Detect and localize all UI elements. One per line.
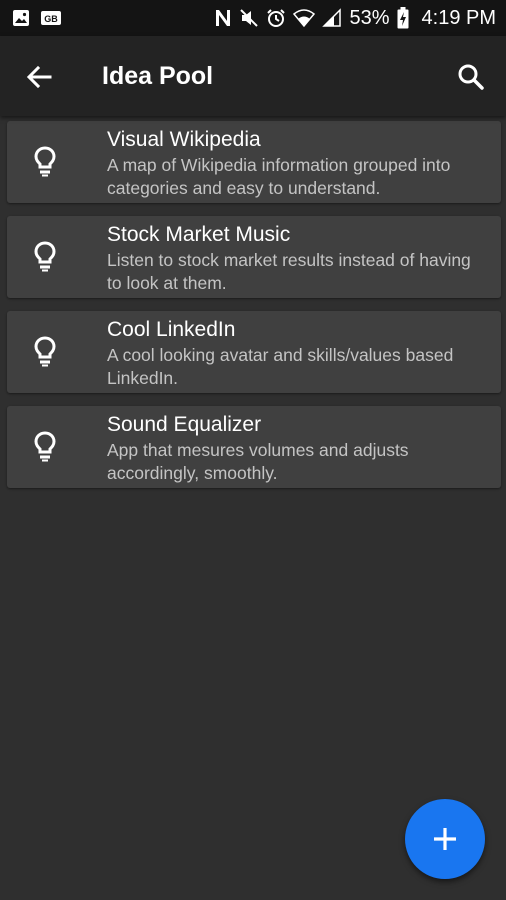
idea-title: Sound Equalizer	[107, 413, 262, 436]
idea-title: Stock Market Music	[107, 223, 291, 246]
lightbulb-icon	[31, 428, 59, 464]
status-bar: GB 53% 4:19 PM	[0, 0, 506, 36]
lightbulb-icon	[31, 143, 59, 179]
search-icon	[457, 63, 485, 91]
sd-card-icon: GB	[40, 9, 62, 27]
wifi-icon	[293, 8, 316, 28]
add-idea-button[interactable]	[405, 799, 485, 879]
status-bar-left: GB	[12, 9, 62, 27]
idea-list: Visual Wikipedia A map of Wikipedia info…	[7, 121, 501, 501]
status-time: 4:19 PM	[421, 6, 496, 29]
status-bar-right: 53% 4:19 PM	[214, 7, 496, 30]
app-bar: Idea Pool	[0, 36, 506, 116]
idea-title: Cool LinkedIn	[107, 318, 236, 341]
screen: GB 53% 4:19 PM Idea Pool Visual Wikipedi…	[0, 0, 506, 900]
idea-card[interactable]: Stock Market Music Listen to stock marke…	[7, 216, 501, 298]
svg-text:GB: GB	[44, 14, 58, 24]
battery-charging-icon	[397, 7, 409, 29]
search-button[interactable]	[452, 58, 490, 96]
alarm-icon	[266, 8, 286, 28]
nfc-icon	[214, 8, 232, 28]
back-arrow-icon	[26, 65, 52, 89]
gallery-icon	[12, 9, 30, 27]
idea-title: Visual Wikipedia	[107, 128, 261, 151]
battery-percent: 53%	[349, 6, 390, 29]
idea-description: A cool looking avatar and skills/values …	[107, 345, 454, 388]
idea-description: App that mesures volumes and adjusts acc…	[107, 440, 409, 483]
lightbulb-icon	[31, 238, 59, 274]
idea-card[interactable]: Visual Wikipedia A map of Wikipedia info…	[7, 121, 501, 203]
signal-icon	[322, 8, 342, 28]
back-button[interactable]	[20, 58, 58, 96]
page-title: Idea Pool	[102, 62, 214, 90]
idea-card[interactable]: Cool LinkedIn A cool looking avatar and …	[7, 311, 501, 393]
idea-description: Listen to stock market results instead o…	[107, 250, 471, 293]
lightbulb-icon	[31, 333, 59, 369]
plus-icon	[432, 826, 458, 852]
mute-icon	[239, 8, 259, 28]
idea-card[interactable]: Sound Equalizer App that mesures volumes…	[7, 406, 501, 488]
idea-description: A map of Wikipedia information grouped i…	[107, 155, 451, 198]
